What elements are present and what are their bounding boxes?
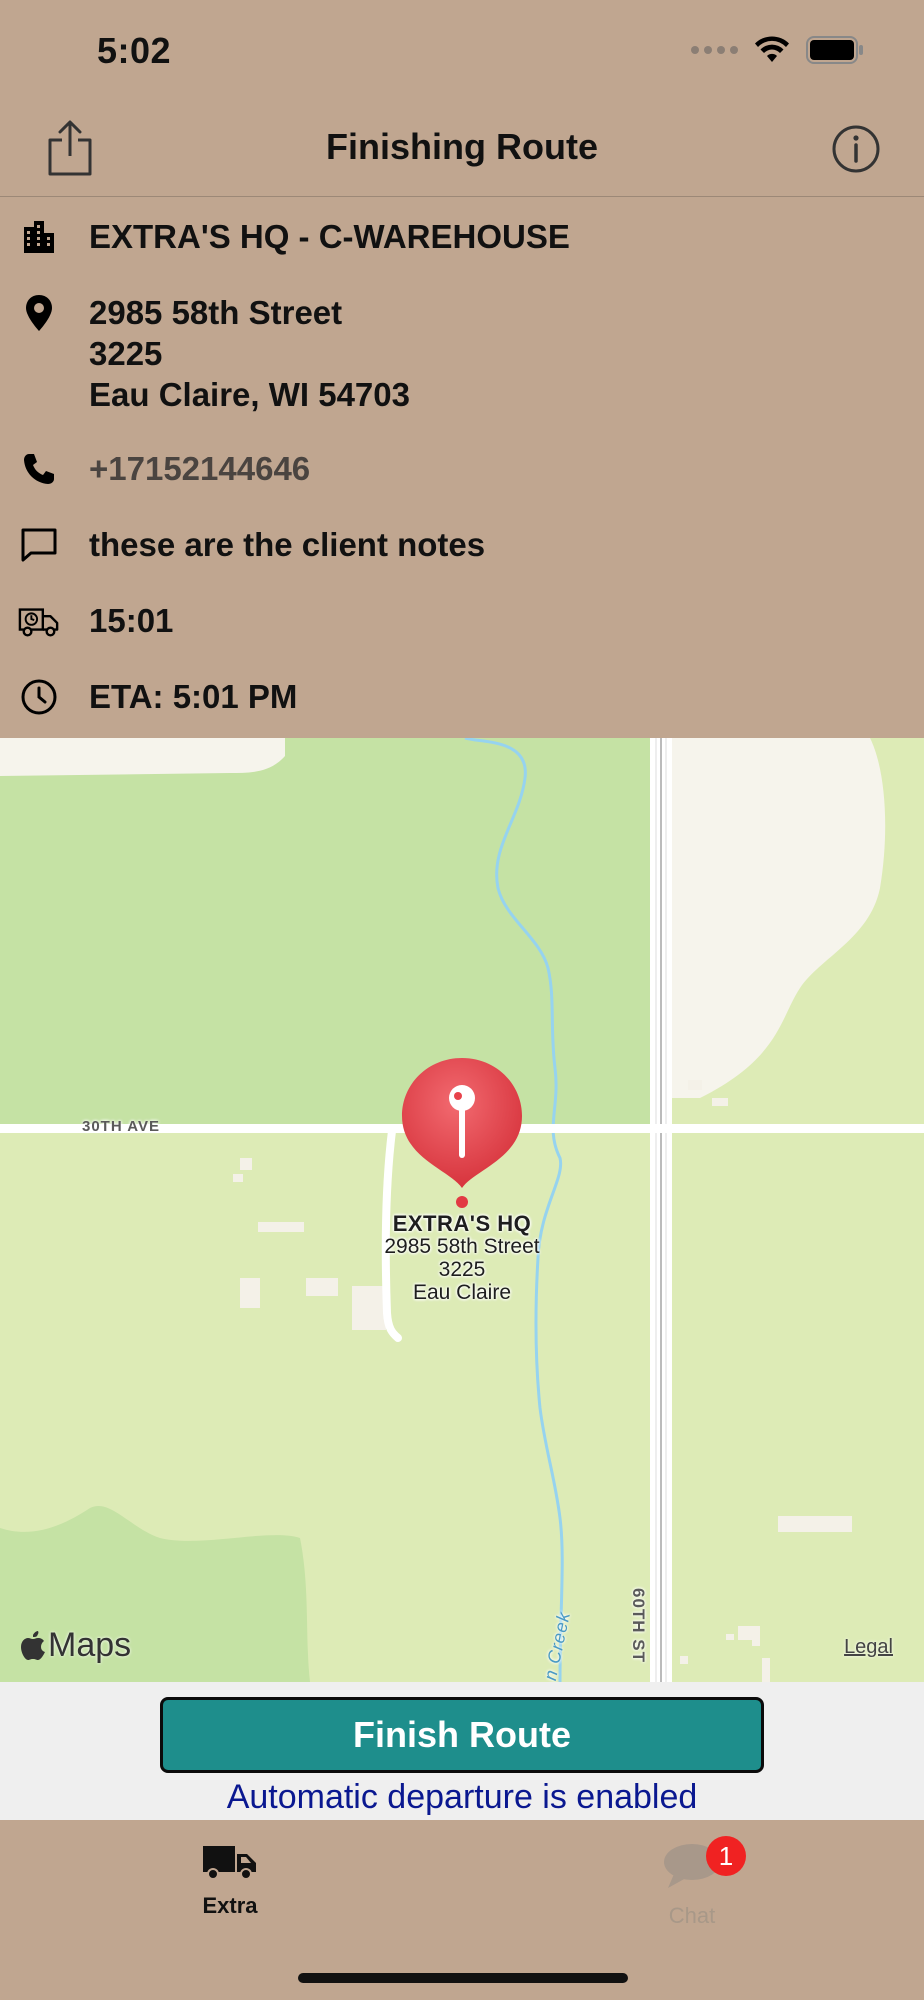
- chat-badge: 1: [706, 1836, 746, 1876]
- delivery-time: 15:01: [89, 602, 174, 639]
- map-background: [0, 738, 924, 1682]
- status-bar: 5:02: [0, 0, 924, 100]
- tab-chat[interactable]: 1 Chat: [612, 1836, 772, 1929]
- map-view[interactable]: 30TH AVE 60TH ST n Creek EXTRA'S HQ 2985…: [0, 738, 924, 1682]
- maps-brand-text: Maps: [48, 1626, 132, 1664]
- tab-extra[interactable]: Extra: [150, 1842, 310, 1919]
- wifi-icon: [754, 36, 790, 64]
- nav-bar: Finishing Route: [0, 100, 924, 197]
- finish-route-button[interactable]: Finish Route: [160, 1697, 764, 1773]
- legal-link[interactable]: Legal: [844, 1636, 893, 1659]
- page-title: Finishing Route: [326, 126, 598, 167]
- apple-maps-logo: Maps: [20, 1626, 131, 1665]
- road-label-60th-st: 60TH ST: [629, 1588, 648, 1664]
- eta-text: ETA: 5:01 PM: [89, 678, 298, 715]
- pin-address-line-3: Eau Claire: [412, 1281, 512, 1304]
- phone-number[interactable]: +17152144646: [89, 448, 310, 489]
- apple-logo-icon: [21, 1630, 45, 1660]
- truck-icon: [203, 1846, 256, 1880]
- status-time: 5:02: [97, 30, 172, 71]
- clock-icon: [18, 676, 60, 718]
- delivery-truck-clock-icon: [18, 600, 60, 642]
- location-pin-icon: [18, 292, 60, 334]
- home-indicator: [298, 1973, 628, 1983]
- pin-callout: EXTRA'S HQ 2985 58th Street 3225 Eau Cla…: [330, 1212, 594, 1304]
- address-line-3: Eau Claire, WI 54703: [89, 376, 410, 413]
- tab-chat-label: Chat: [668, 1903, 716, 1928]
- building-icon: [18, 216, 60, 258]
- client-notes: these are the client notes: [89, 526, 486, 563]
- pin-address-line-1: 2985 58th Street: [384, 1235, 540, 1258]
- address-line-2: 3225: [89, 335, 163, 372]
- info-icon[interactable]: [831, 124, 881, 174]
- comment-icon: [18, 524, 60, 566]
- address-line-1: 2985 58th Street: [89, 294, 343, 331]
- status-icons: [691, 36, 864, 64]
- road-label-30th-ave: 30TH AVE: [82, 1118, 161, 1135]
- auto-departure-status: Automatic departure is enabled: [226, 1778, 698, 1816]
- signal-icon: [691, 46, 738, 54]
- battery-icon: [806, 36, 864, 64]
- action-footer: Finish Route Automatic departure is enab…: [0, 1682, 924, 1820]
- map-pin-icon[interactable]: [400, 1058, 524, 1208]
- client-details: EXTRA'S HQ - C-WAREHOUSE 2985 58th Stree…: [0, 198, 924, 738]
- pin-address-line-2: 3225: [438, 1258, 486, 1281]
- client-name: EXTRA'S HQ - C-WAREHOUSE: [89, 218, 570, 255]
- pin-title: EXTRA'S HQ: [392, 1211, 532, 1236]
- tab-extra-label: Extra: [202, 1893, 258, 1918]
- phone-icon: [18, 448, 60, 490]
